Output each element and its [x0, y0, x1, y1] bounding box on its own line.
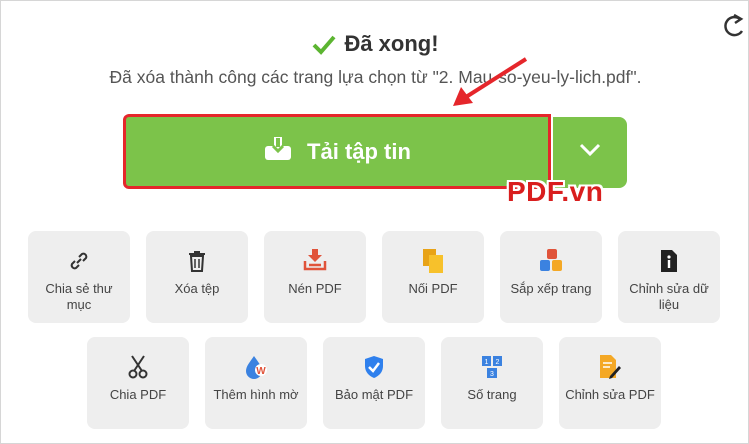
tool-label: Bảo mật PDF	[334, 387, 414, 402]
tool-label: Thêm hình mờ	[213, 387, 299, 402]
tool-split-pdf[interactable]: Chia PDF	[87, 337, 189, 429]
tool-share-folder[interactable]: Chia sẻ thư mục	[28, 231, 130, 323]
tool-label: Chia sẻ thư mục	[45, 281, 113, 312]
info-icon	[659, 249, 679, 273]
tool-organize-pages[interactable]: Sắp xếp trang	[500, 231, 602, 323]
tool-label: Chỉnh sửa PDF	[565, 387, 655, 402]
chevron-down-icon	[579, 143, 601, 162]
tool-compress-pdf[interactable]: Nén PDF	[264, 231, 366, 323]
tool-delete-file[interactable]: Xóa tệp	[146, 231, 248, 323]
scissors-icon	[127, 355, 149, 379]
compress-icon	[303, 249, 327, 273]
svg-text:W: W	[256, 366, 266, 377]
link-icon	[68, 249, 90, 273]
svg-text:2: 2	[496, 359, 500, 366]
shield-icon	[363, 355, 385, 379]
page-numbers-icon: 1 2 3	[481, 355, 503, 379]
tool-page-numbers[interactable]: 1 2 3 Số trang	[441, 337, 543, 429]
tool-protect-pdf[interactable]: Bảo mật PDF	[323, 337, 425, 429]
tool-label: Chỉnh sửa dữ liệu	[629, 281, 709, 312]
merge-icon	[421, 249, 445, 273]
trash-icon	[187, 249, 207, 273]
tool-label: Số trang	[467, 387, 517, 402]
download-icon	[263, 136, 293, 167]
watermark-icon: W	[244, 355, 268, 379]
tool-label: Sắp xếp trang	[510, 281, 592, 296]
tool-merge-pdf[interactable]: Nối PDF	[382, 231, 484, 323]
tool-label: Xóa tệp	[174, 281, 220, 296]
status-message: Đã xóa thành công các trang lựa chọn từ …	[109, 67, 642, 87]
download-label: Tải tập tin	[307, 138, 411, 164]
edit-pdf-icon	[598, 355, 622, 379]
svg-text:1: 1	[485, 359, 489, 366]
download-button[interactable]: Tải tập tin	[123, 114, 551, 189]
organize-icon	[538, 249, 564, 273]
tool-label: Nén PDF	[288, 281, 342, 296]
tool-edit-metadata[interactable]: Chỉnh sửa dữ liệu	[618, 231, 720, 323]
tool-add-watermark[interactable]: W Thêm hình mờ	[205, 337, 307, 429]
tool-label: Nối PDF	[408, 281, 458, 296]
tool-edit-pdf[interactable]: Chỉnh sửa PDF	[559, 337, 661, 429]
svg-text:3: 3	[490, 371, 494, 378]
status-title-text: Đã xong!	[344, 31, 439, 56]
watermark-text: PDF.vn	[507, 176, 604, 207]
status-title: Đã xong!	[1, 31, 749, 57]
check-icon	[312, 34, 336, 56]
tool-label: Chia PDF	[109, 387, 167, 402]
annotation-arrow	[431, 51, 531, 116]
